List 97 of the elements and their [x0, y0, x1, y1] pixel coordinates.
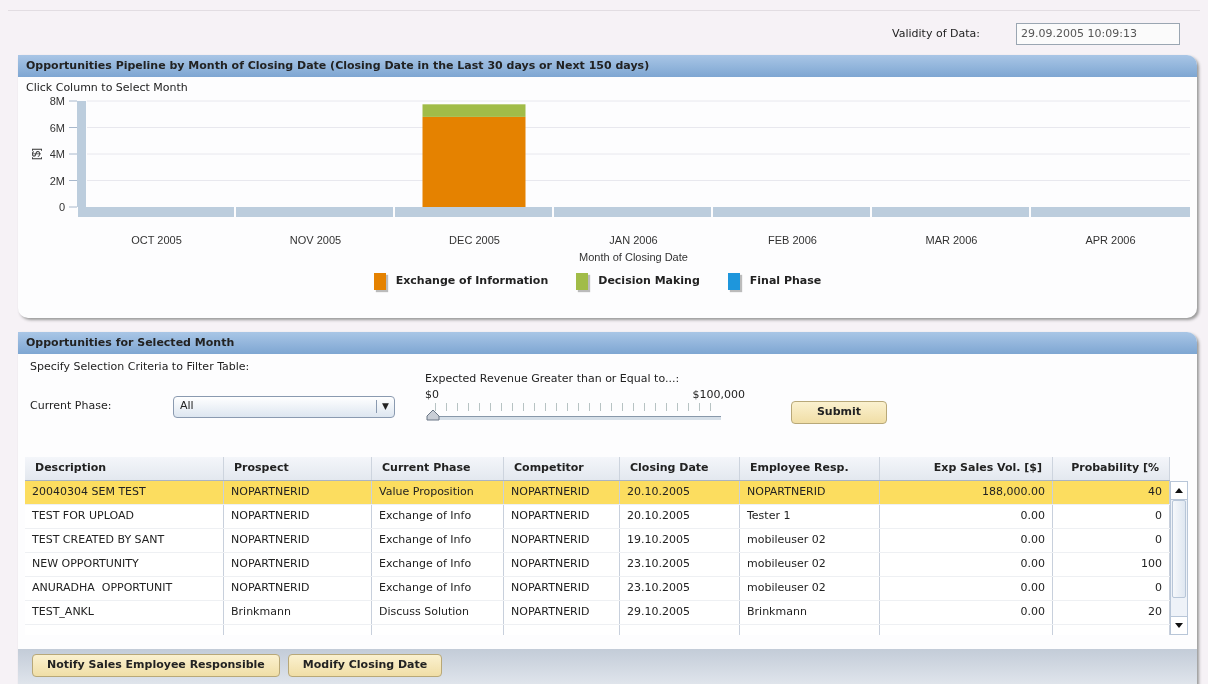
table-cell: 0.00	[880, 505, 1053, 528]
table-cell: 23.10.2005	[620, 553, 740, 576]
legend-label: Decision Making	[598, 272, 700, 289]
panel-header: Opportunities for Selected Month	[18, 332, 1197, 354]
table-cell: Exchange of Info	[372, 553, 504, 576]
slider-min-label: $0	[425, 386, 439, 403]
criteria-label: Specify Selection Criteria to Filter Table:	[30, 359, 250, 375]
validity-label: Validity of Data:	[892, 25, 980, 42]
table-cell: NOPARTNERID	[504, 577, 620, 600]
legend-label: Exchange of Information	[395, 272, 549, 289]
column-header[interactable]: Employee Resp.	[740, 457, 880, 480]
table-cell: 20040304 SEM TEST	[25, 481, 224, 504]
table-cell: 188,000.00	[880, 481, 1053, 504]
slider-max-label: $100,000	[692, 386, 745, 403]
x-tick-label: APR 2006	[1085, 233, 1136, 246]
column-header[interactable]: Prospect	[224, 457, 372, 480]
submit-button[interactable]: Submit	[791, 400, 887, 424]
x-axis-title: Month of Closing Date	[579, 250, 688, 263]
table-cell: 19.10.2005	[620, 529, 740, 552]
y-tick	[68, 179, 78, 181]
table-cell: Exchange of Info	[372, 505, 504, 528]
table-cell: TEST FOR UPLOAD	[25, 505, 224, 528]
table-cell: NOPARTNERID	[740, 481, 880, 504]
table-cell: TEST CREATED BY SANT	[25, 529, 224, 552]
table-row[interactable]: ANURADHA OPPORTUNIT NOPARTNERID Exchange of Info NOPARTNERID 23.10.2005 mobileuser 02 0.00 0	[25, 577, 1170, 601]
scroll-down-icon[interactable]	[1171, 616, 1187, 634]
table-cell: NOPARTNERID	[224, 553, 372, 576]
y-tick	[68, 206, 78, 207]
table-cell: NOPARTNERID	[504, 553, 620, 576]
table-cell: 0.00	[880, 601, 1053, 624]
x-tick-label: NOV 2005	[289, 233, 342, 246]
table-cell: 29.10.2005	[620, 601, 740, 624]
y-axis-title: [$]	[30, 147, 42, 160]
table-cell: 0.00	[880, 529, 1053, 552]
y-tick-label: 0	[58, 200, 65, 213]
table-cell: NEW OPPORTUNITY	[25, 553, 224, 576]
slider-label: Expected Revenue Greater than or Equal to...:	[425, 371, 680, 387]
y-tick	[68, 100, 78, 101]
y-tick-label: 2M	[49, 174, 65, 186]
table-cell: 20.10.2005	[620, 505, 740, 528]
table-cell: NOPARTNERID	[504, 481, 620, 504]
chart-hint: Click Column to Select Month	[25, 80, 189, 96]
phase-dropdown[interactable]: All ▼	[173, 395, 395, 418]
table-cell: mobileuser 02	[740, 553, 880, 576]
table-cell: Discuss Solution	[372, 601, 504, 624]
table-cell: NOPARTNERID	[504, 601, 620, 624]
table-cell: NOPARTNERID	[504, 505, 620, 528]
table-cell: NOPARTNERID	[224, 481, 372, 504]
field-label: Current Phase:	[30, 398, 113, 415]
slider-thumb[interactable]	[426, 409, 440, 421]
scroll-up-icon[interactable]	[1171, 482, 1187, 500]
x-tick-label: JAN 2006	[609, 233, 658, 246]
x-tick-label: MAR 2006	[925, 233, 978, 246]
action-button[interactable]: Modify Closing Date	[287, 654, 443, 677]
table-row[interactable]: TEST CREATED BY SANT NOPARTNERID Exchange of Info NOPARTNERID 19.10.2005 mobileuser 02 0.00 0	[25, 529, 1170, 553]
column-header[interactable]: Competitor	[504, 457, 620, 480]
table-cell: Value Proposition	[372, 481, 504, 504]
y-tick	[68, 126, 78, 128]
legend-label: Final Phase	[749, 272, 822, 289]
table-cell: 20.10.2005	[620, 481, 740, 504]
column-header[interactable]: Probability [%	[1053, 457, 1170, 480]
column-header[interactable]: Exp Sales Vol. [$]	[880, 457, 1053, 480]
column-header[interactable]: Description	[25, 457, 224, 480]
y-tick-label: 6M	[49, 121, 65, 133]
table-cell: Brinkmann	[224, 601, 372, 624]
y-tick-label: 4M	[49, 147, 65, 160]
table-cell: Exchange of Info	[372, 529, 504, 552]
table-row[interactable]: TEST_ANKL Brinkmann Discuss Solution NOPARTNERID 29.10.2005 Brinkmann 0.00 20	[25, 601, 1170, 625]
table-cell: 23.10.2005	[620, 577, 740, 600]
column-header[interactable]: Current Phase	[372, 457, 504, 480]
table-cell: NOPARTNERID	[224, 529, 372, 552]
x-tick-label: FEB 2006	[768, 233, 817, 246]
table-cell: TEST_ANKL	[25, 601, 224, 624]
validity-field: 29.09.2005 10:09:13	[1016, 22, 1180, 46]
action-button[interactable]: Notify Sales Employee Responsible	[32, 654, 280, 677]
panel-header: Opportunities Pipeline by Month of Closing Date (Closing Date in the Last 30 days or Next 150 days)	[18, 55, 1197, 77]
table-cell: NOPARTNERID	[224, 505, 372, 528]
table-cell: 0.00	[880, 553, 1053, 576]
table-cell: Tester 1	[740, 505, 880, 528]
table-cell: Brinkmann	[740, 601, 880, 624]
table-cell: NOPARTNERID	[224, 577, 372, 600]
table-cell: Exchange of Info	[372, 577, 504, 600]
y-tick-label: 8M	[49, 96, 65, 107]
table-row[interactable]: TEST FOR UPLOAD NOPARTNERID Exchange of Info NOPARTNERID 20.10.2005 Tester 1 0.00 0	[25, 505, 1170, 529]
table-cell: mobileuser 02	[740, 529, 880, 552]
x-tick-label: DEC 2005	[449, 233, 500, 246]
scroll-thumb[interactable]	[1172, 500, 1186, 598]
table-row[interactable]: 20040304 SEM TEST NOPARTNERID Value Proposition NOPARTNERID 20.10.2005 NOPARTNERID 188,000.00 40	[25, 481, 1170, 505]
table-row[interactable]: NEW OPPORTUNITY NOPARTNERID Exchange of Info NOPARTNERID 23.10.2005 mobileuser 02 0.00 100	[25, 553, 1170, 577]
table-cell: 0.00	[880, 577, 1053, 600]
column-header[interactable]: Closing Date	[620, 457, 740, 480]
table-cell: NOPARTNERID	[504, 529, 620, 552]
scrollbar[interactable]	[1170, 481, 1188, 635]
x-tick-label: OCT 2005	[131, 233, 182, 246]
table-cell: mobileuser 02	[740, 577, 880, 600]
table-cell: ANURADHA OPPORTUNIT	[25, 577, 224, 600]
y-tick	[68, 153, 78, 154]
